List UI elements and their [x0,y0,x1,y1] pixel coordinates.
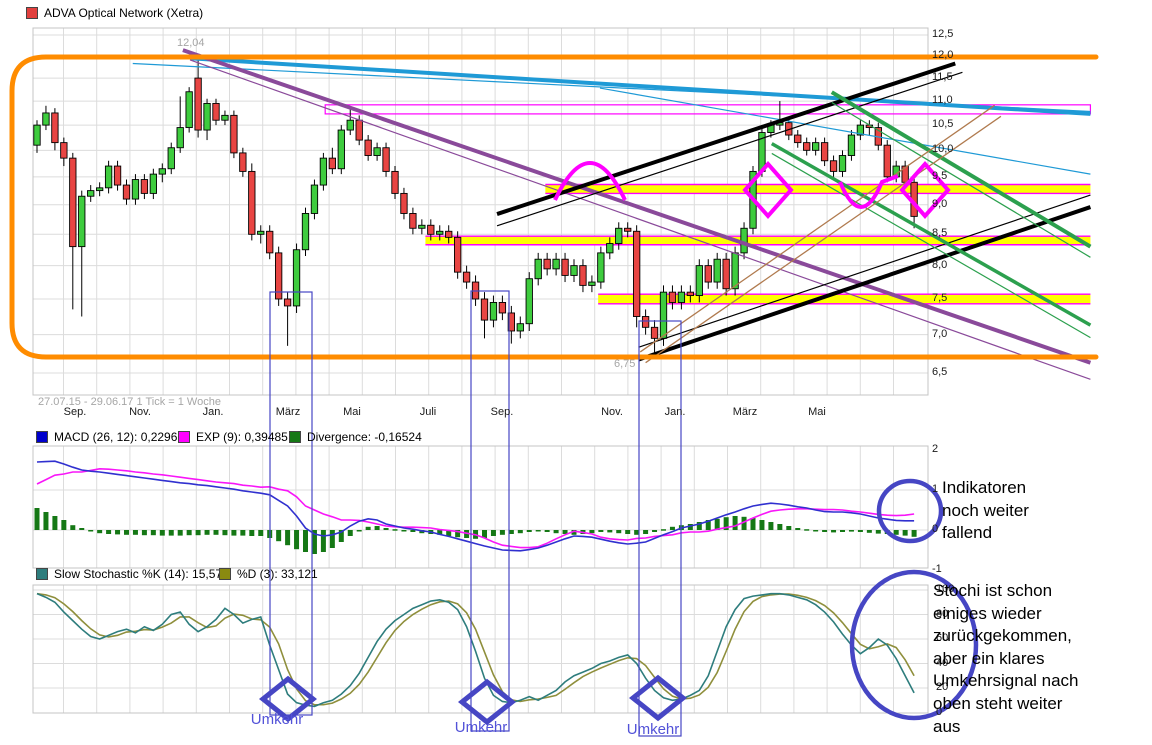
umkehr-labels: Umkehr Umkehr Umkehr [0,0,1152,745]
umkehr-label: Umkehr [251,711,304,728]
umkehr-label: Umkehr [627,721,680,738]
technical-analysis-chart: ADVA Optical Network (Xetra) 12,04 6,75 … [0,0,1152,745]
umkehr-label: Umkehr [455,719,508,736]
